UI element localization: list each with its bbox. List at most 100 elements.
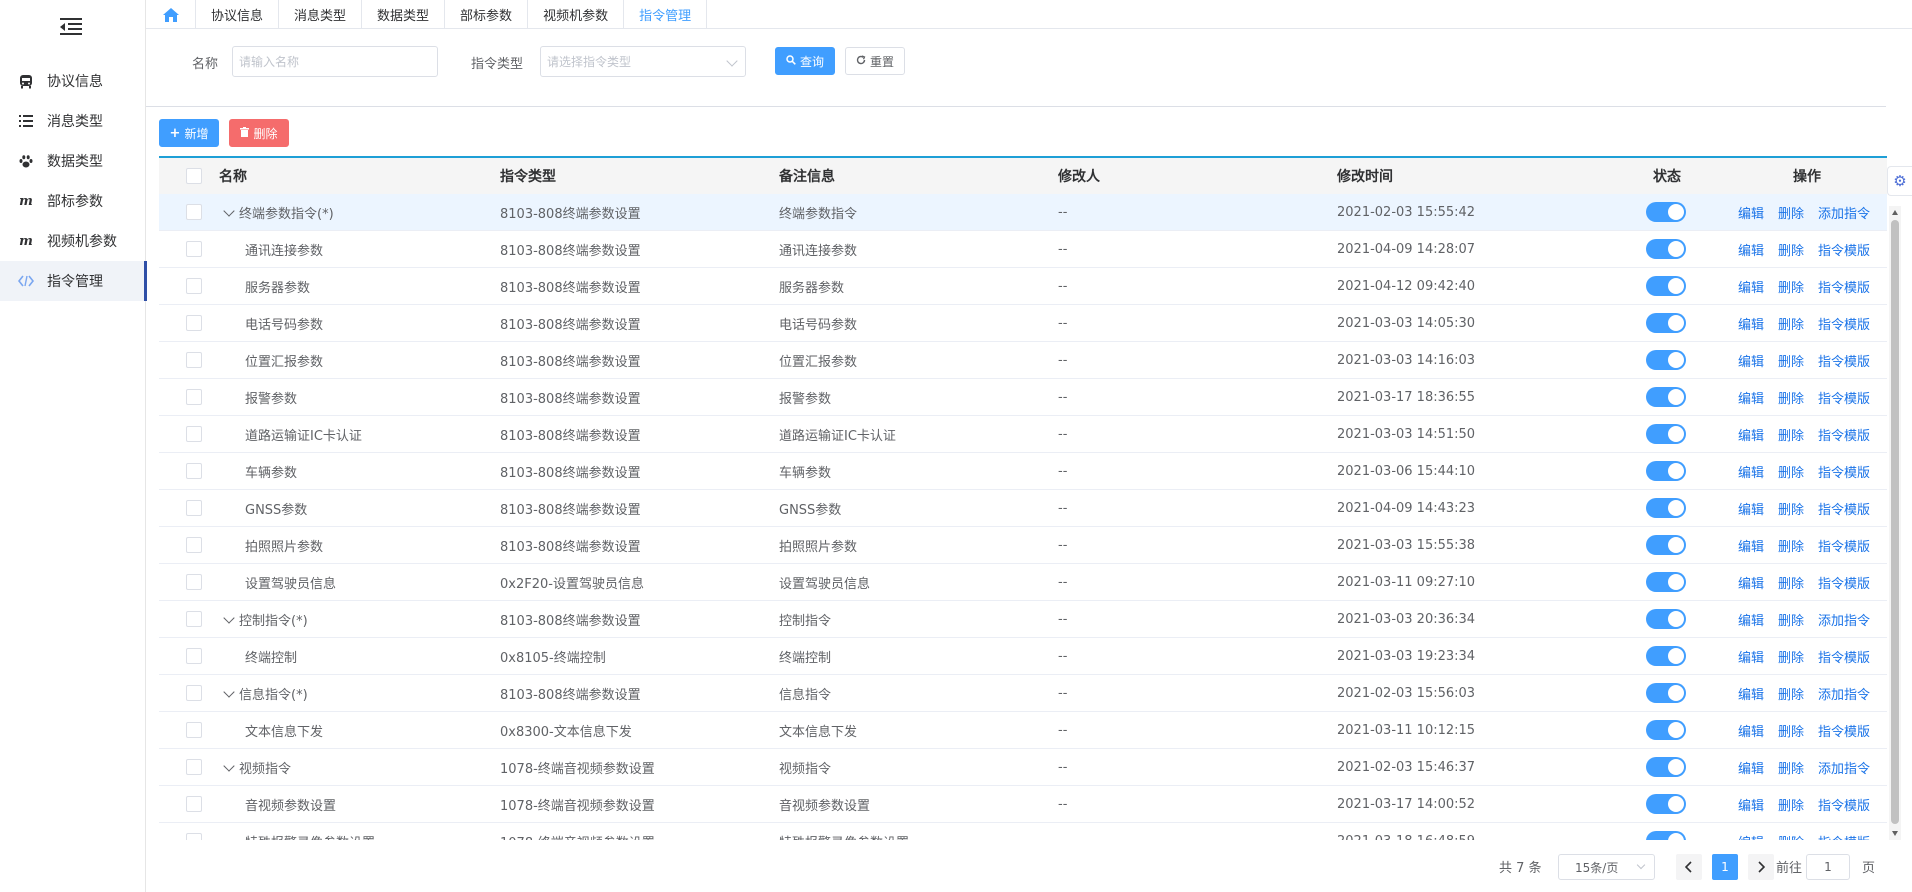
tab-standard-params[interactable]: 部标参数 [445, 0, 529, 29]
sidebar-item-data-type[interactable]: 数据类型 [0, 141, 146, 181]
home-tab[interactable] [146, 0, 196, 29]
row-checkbox[interactable] [186, 389, 202, 405]
select-all-checkbox[interactable] [186, 168, 202, 184]
table-row[interactable]: 终端参数指令(*) 8103-808终端参数设置 终端参数指令 -- 2021-02-0… [159, 194, 1887, 231]
extra-action-link[interactable]: 添加指令 [1818, 203, 1870, 222]
delete-link[interactable]: 删除 [1778, 462, 1804, 481]
edit-link[interactable]: 编辑 [1738, 462, 1764, 481]
extra-action-link[interactable]: 指令模版 [1818, 832, 1870, 841]
status-toggle[interactable] [1646, 424, 1686, 444]
menu-fold-icon[interactable] [60, 18, 82, 36]
next-page-button[interactable] [1748, 854, 1774, 880]
row-checkbox[interactable] [186, 648, 202, 664]
tab-command-management[interactable]: 指令管理 [624, 0, 708, 29]
table-row[interactable]: GNSS参数 8103-808终端参数设置 GNSS参数 -- 2021-04-09 1… [159, 490, 1887, 527]
status-toggle[interactable] [1646, 350, 1686, 370]
table-row[interactable]: 音视频参数设置 1078-终端音视频参数设置 音视频参数设置 -- 2021-03-17… [159, 786, 1887, 823]
tab-video-params[interactable]: 视频机参数 [528, 0, 625, 29]
add-button[interactable]: + 新增 [159, 119, 219, 147]
status-toggle[interactable] [1646, 683, 1686, 703]
extra-action-link[interactable]: 指令模版 [1818, 499, 1870, 518]
row-checkbox[interactable] [186, 611, 202, 627]
edit-link[interactable]: 编辑 [1738, 832, 1764, 841]
status-toggle[interactable] [1646, 313, 1686, 333]
edit-link[interactable]: 编辑 [1738, 573, 1764, 592]
chevron-down-icon[interactable] [223, 759, 235, 772]
table-scrollbar[interactable] [1889, 206, 1901, 840]
table-row[interactable]: 拍照照片参数 8103-808终端参数设置 拍照照片参数 -- 2021-03-03 1… [159, 527, 1887, 564]
status-toggle[interactable] [1646, 720, 1686, 740]
table-row[interactable]: 视频指令 1078-终端音视频参数设置 视频指令 -- 2021-02-03 15:46… [159, 749, 1887, 786]
edit-link[interactable]: 编辑 [1738, 610, 1764, 629]
chevron-down-icon[interactable] [223, 685, 235, 698]
row-checkbox[interactable] [186, 685, 202, 701]
status-toggle[interactable] [1646, 572, 1686, 592]
row-checkbox[interactable] [186, 759, 202, 775]
row-checkbox[interactable] [186, 796, 202, 812]
edit-link[interactable]: 编辑 [1738, 647, 1764, 666]
row-checkbox[interactable] [186, 574, 202, 590]
status-toggle[interactable] [1646, 535, 1686, 555]
status-toggle[interactable] [1646, 202, 1686, 222]
extra-action-link[interactable]: 指令模版 [1818, 573, 1870, 592]
status-toggle[interactable] [1646, 794, 1686, 814]
status-toggle[interactable] [1646, 387, 1686, 407]
status-toggle[interactable] [1646, 757, 1686, 777]
chevron-down-icon[interactable] [223, 204, 235, 217]
delete-link[interactable]: 删除 [1778, 314, 1804, 333]
delete-link[interactable]: 删除 [1778, 277, 1804, 296]
edit-link[interactable]: 编辑 [1738, 758, 1764, 777]
row-checkbox[interactable] [186, 500, 202, 516]
table-row[interactable]: 信息指令(*) 8103-808终端参数设置 信息指令 -- 2021-02-03 15… [159, 675, 1887, 712]
extra-action-link[interactable]: 指令模版 [1818, 240, 1870, 259]
extra-action-link[interactable]: 指令模版 [1818, 351, 1870, 370]
table-row[interactable]: 控制指令(*) 8103-808终端参数设置 控制指令 -- 2021-03-03 20… [159, 601, 1887, 638]
delete-link[interactable]: 删除 [1778, 425, 1804, 444]
scroll-thumb[interactable] [1891, 220, 1899, 824]
sidebar-item-message-type[interactable]: 消息类型 [0, 101, 146, 141]
row-checkbox[interactable] [186, 833, 202, 840]
edit-link[interactable]: 编辑 [1738, 240, 1764, 259]
status-toggle[interactable] [1646, 239, 1686, 259]
edit-link[interactable]: 编辑 [1738, 721, 1764, 740]
table-row[interactable]: 车辆参数 8103-808终端参数设置 车辆参数 -- 2021-03-06 15:44… [159, 453, 1887, 490]
delete-link[interactable]: 删除 [1778, 388, 1804, 407]
sidebar-item-protocol-info[interactable]: 协议信息 [0, 61, 146, 101]
row-checkbox[interactable] [186, 537, 202, 553]
table-row[interactable]: 服务器参数 8103-808终端参数设置 服务器参数 -- 2021-04-12 09:… [159, 268, 1887, 305]
type-select[interactable]: 请选择指令类型 [540, 46, 746, 77]
table-row[interactable]: 位置汇报参数 8103-808终端参数设置 位置汇报参数 -- 2021-03-03 1… [159, 342, 1887, 379]
extra-action-link[interactable]: 指令模版 [1818, 462, 1870, 481]
extra-action-link[interactable]: 添加指令 [1818, 610, 1870, 629]
status-toggle[interactable] [1646, 831, 1686, 840]
edit-link[interactable]: 编辑 [1738, 351, 1764, 370]
extra-action-link[interactable]: 指令模版 [1818, 721, 1870, 740]
table-row[interactable]: 特殊报警录像参数设置 1078-终端音视频参数设置 特殊报警录像参数设置 -- 2021… [159, 823, 1887, 840]
table-row[interactable]: 终端控制 0x8105-终端控制 终端控制 -- 2021-03-03 19:23:34… [159, 638, 1887, 675]
row-checkbox[interactable] [186, 241, 202, 257]
table-row[interactable]: 报警参数 8103-808终端参数设置 报警参数 -- 2021-03-17 18:36… [159, 379, 1887, 416]
sidebar-item-command-management[interactable]: 指令管理 [0, 261, 147, 301]
prev-page-button[interactable] [1676, 854, 1702, 880]
tab-data-type[interactable]: 数据类型 [362, 0, 446, 29]
row-checkbox[interactable] [186, 722, 202, 738]
status-toggle[interactable] [1646, 646, 1686, 666]
table-row[interactable]: 道路运输证IC卡认证 8103-808终端参数设置 道路运输证IC卡认证 -- 2021… [159, 416, 1887, 453]
extra-action-link[interactable]: 指令模版 [1818, 425, 1870, 444]
delete-button[interactable]: 删除 [229, 119, 289, 147]
delete-link[interactable]: 删除 [1778, 536, 1804, 555]
gear-icon[interactable]: ⚙ [1887, 166, 1912, 196]
edit-link[interactable]: 编辑 [1738, 277, 1764, 296]
row-checkbox[interactable] [186, 426, 202, 442]
extra-action-link[interactable]: 指令模版 [1818, 536, 1870, 555]
status-toggle[interactable] [1646, 609, 1686, 629]
page-number-current[interactable]: 1 [1712, 854, 1738, 880]
search-button[interactable]: 查询 [775, 47, 835, 75]
delete-link[interactable]: 删除 [1778, 758, 1804, 777]
scroll-up-icon[interactable] [1892, 210, 1898, 215]
edit-link[interactable]: 编辑 [1738, 314, 1764, 333]
extra-action-link[interactable]: 指令模版 [1818, 314, 1870, 333]
edit-link[interactable]: 编辑 [1738, 499, 1764, 518]
delete-link[interactable]: 删除 [1778, 795, 1804, 814]
edit-link[interactable]: 编辑 [1738, 536, 1764, 555]
